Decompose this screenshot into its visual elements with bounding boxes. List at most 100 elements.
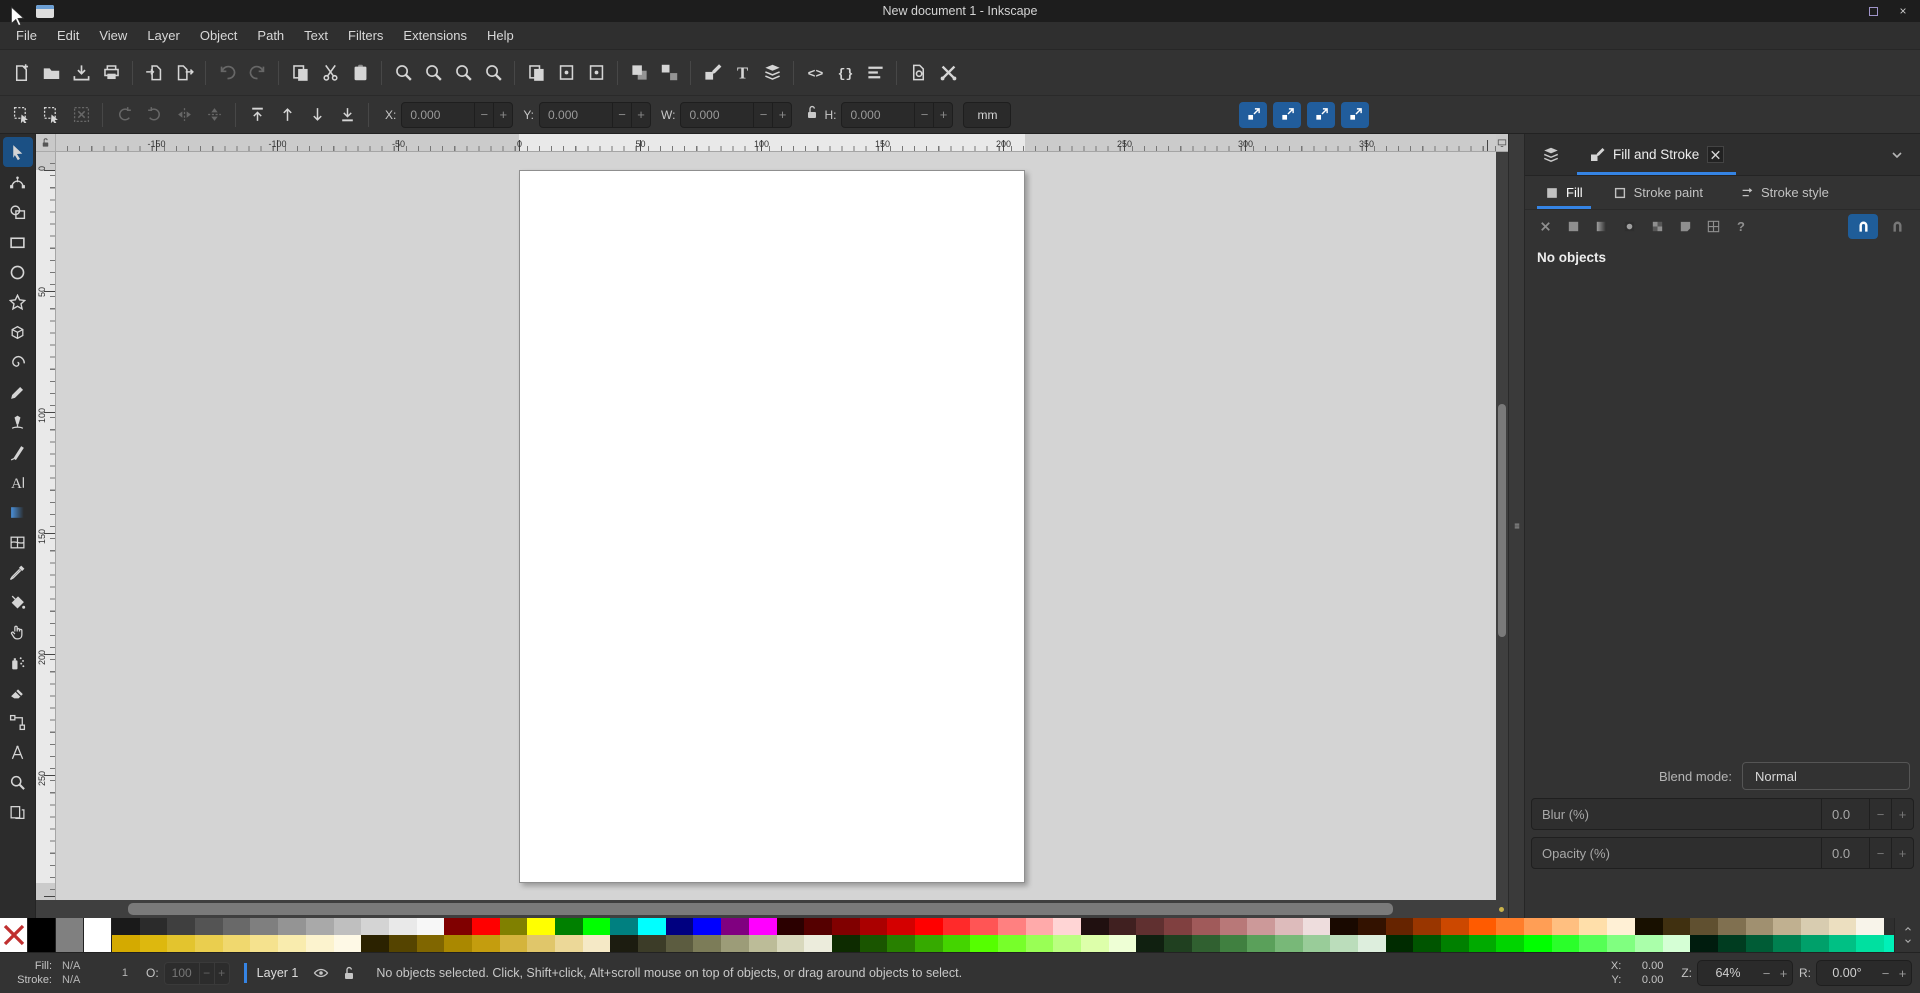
palette-swatch[interactable] [1441, 935, 1469, 952]
menu-extensions[interactable]: Extensions [393, 22, 477, 49]
palette-swatch[interactable] [665, 935, 694, 952]
palette-gray-swatch[interactable] [56, 918, 84, 952]
zoom-drawing-button[interactable] [418, 57, 448, 89]
palette-swatch[interactable] [638, 935, 666, 952]
object-properties-button[interactable] [830, 57, 860, 89]
palette-swatch[interactable] [1662, 935, 1691, 952]
palette-swatch[interactable] [250, 935, 279, 952]
palette-swatch[interactable] [1385, 918, 1414, 935]
palette-swatch[interactable] [471, 918, 500, 935]
blend-mode-select[interactable]: Normal [1742, 762, 1910, 790]
palette-swatch[interactable] [1856, 935, 1884, 952]
width-field[interactable]: 0.000 − + [680, 101, 793, 128]
flip-vertical-button[interactable] [199, 101, 229, 129]
paint-swatch-button[interactable] [1673, 214, 1697, 238]
palette-swatch[interactable] [1690, 935, 1718, 952]
palette-white-swatch[interactable] [84, 918, 112, 952]
y-field[interactable]: 0.000 − + [539, 101, 652, 128]
paint-bucket-tool[interactable] [3, 587, 33, 617]
paint-pattern-button[interactable] [1645, 214, 1669, 238]
canvas[interactable] [56, 152, 1496, 900]
palette-swatch[interactable] [416, 935, 445, 952]
Fill[interactable]: Fill [1533, 176, 1595, 209]
menu-text[interactable]: Text [294, 22, 338, 49]
palette-swatch[interactable] [555, 918, 583, 935]
palette-swatch[interactable] [831, 918, 860, 935]
rotation-decrement-button[interactable]: − [1877, 961, 1894, 985]
blur-increment-button[interactable]: + [1891, 799, 1913, 829]
palette-swatch[interactable] [1164, 918, 1192, 935]
palette-swatch[interactable] [1247, 918, 1275, 935]
palette-swatch[interactable] [1468, 918, 1497, 935]
opacity-increment-button[interactable]: + [213, 962, 229, 984]
fill-rule-nonzero-button[interactable] [1848, 213, 1878, 239]
paste-button[interactable] [345, 57, 375, 89]
export-button[interactable] [169, 57, 199, 89]
menu-edit[interactable]: Edit [47, 22, 89, 49]
Stroke paint[interactable]: Stroke paint [1601, 176, 1722, 209]
x-field[interactable]: 0.000 − + [401, 101, 514, 128]
paint-radial-gradient-button[interactable] [1617, 214, 1641, 238]
paint-linear-gradient-button[interactable] [1589, 214, 1613, 238]
palette-swatch[interactable] [1773, 935, 1801, 952]
height-increment-button[interactable]: + [933, 102, 952, 127]
palette-swatch[interactable] [1191, 935, 1220, 952]
palette-swatch[interactable] [1551, 918, 1580, 935]
align-distribute-button[interactable] [860, 57, 890, 89]
palette-swatch[interactable] [1690, 918, 1718, 935]
create-clone-button[interactable] [551, 57, 581, 89]
palette-swatch[interactable] [1634, 935, 1663, 952]
palette-swatch[interactable] [1413, 935, 1441, 952]
shape-builder-tool[interactable] [3, 197, 33, 227]
copy-button[interactable] [285, 57, 315, 89]
palette-swatch[interactable] [1413, 918, 1441, 935]
maximize-button[interactable] [1866, 4, 1880, 18]
zoom-page-button[interactable] [448, 57, 478, 89]
palette-swatch[interactable] [1136, 918, 1165, 935]
menu-view[interactable]: View [89, 22, 137, 49]
palette-swatch[interactable] [1219, 918, 1248, 935]
tweak-tool[interactable] [3, 617, 33, 647]
blur-decrement-button[interactable]: − [1869, 799, 1891, 829]
palette-swatch[interactable] [1800, 918, 1829, 935]
spiral-tool[interactable] [3, 347, 33, 377]
palette-swatch[interactable] [748, 918, 777, 935]
palette-swatch[interactable] [471, 935, 500, 952]
palette-swatch[interactable] [1136, 935, 1165, 952]
rotation-increment-button[interactable]: + [1894, 961, 1911, 985]
menu-layer[interactable]: Layer [137, 22, 190, 49]
palette-swatch[interactable] [831, 935, 860, 952]
palette-swatch[interactable] [333, 918, 362, 935]
ungroup-button[interactable] [654, 57, 684, 89]
x-decrement-button[interactable]: − [474, 102, 493, 127]
select-all-layers-button[interactable] [36, 101, 66, 129]
palette-swatch[interactable] [1773, 918, 1801, 935]
unlink-clone-button[interactable] [581, 57, 611, 89]
palette-swatch[interactable] [1884, 935, 1894, 952]
opacity-slider[interactable]: Opacity (%) 0.0 − + [1531, 837, 1914, 869]
palette-swatch[interactable] [887, 918, 915, 935]
palette-swatch[interactable] [305, 918, 334, 935]
palette-swatch[interactable] [1524, 935, 1552, 952]
palette-swatch[interactable] [610, 918, 639, 935]
print-button[interactable] [96, 57, 126, 89]
select-all-button[interactable] [6, 101, 36, 129]
scale-patterns-toggle[interactable] [1341, 101, 1370, 128]
document-properties-button[interactable] [903, 57, 933, 89]
box-3d-tool[interactable] [3, 317, 33, 347]
menu-object[interactable]: Object [190, 22, 248, 49]
layer-visibility-toggle[interactable] [310, 962, 332, 984]
menu-path[interactable]: Path [247, 22, 294, 49]
zoom-selection-button[interactable] [388, 57, 418, 89]
palette-swatch[interactable] [388, 918, 417, 935]
opacity-increment-button[interactable]: + [1891, 838, 1913, 868]
lock-ratio-toggle[interactable] [804, 104, 820, 125]
palette-swatch[interactable] [582, 935, 611, 952]
palette-swatch[interactable] [582, 918, 611, 935]
palette-swatch[interactable] [970, 935, 998, 952]
duplicate-button[interactable] [521, 57, 551, 89]
palette-swatch[interactable] [1496, 935, 1525, 952]
dropper-tool[interactable] [3, 557, 33, 587]
object-opacity-field[interactable]: 100 − + [163, 961, 230, 985]
connector-tool[interactable] [3, 707, 33, 737]
